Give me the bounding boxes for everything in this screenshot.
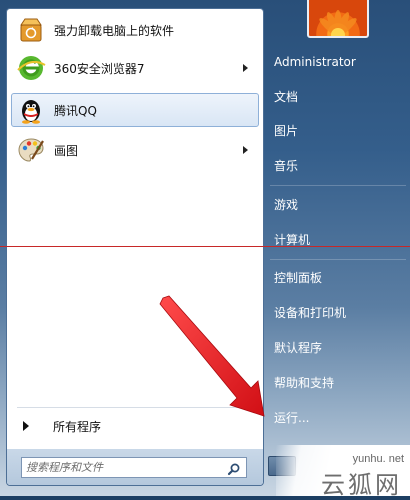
right-item-pictures[interactable]: 图片	[274, 118, 404, 144]
right-item-music[interactable]: 音乐	[274, 153, 404, 179]
right-item-devices-printers[interactable]: 设备和打印机	[274, 300, 404, 326]
right-item-games[interactable]: 游戏	[274, 192, 404, 218]
right-item-documents[interactable]: 文档	[274, 84, 404, 110]
submenu-arrow-icon[interactable]	[243, 64, 248, 72]
programs-pane: 强力卸载电脑上的软件 360安全浏览器7 腾讯QQ 画图 所有程序 搜索程序和文…	[6, 8, 264, 486]
watermark-url: yunhu. net	[352, 453, 404, 465]
right-item-default-programs[interactable]: 默认程序	[274, 335, 404, 361]
program-label: 腾讯QQ	[54, 103, 97, 118]
red-guide-line	[0, 246, 410, 247]
watermark-logo-text: 云狐网	[321, 471, 402, 499]
program-label: 强力卸载电脑上的软件	[54, 23, 175, 38]
separator	[17, 407, 255, 408]
browser-360-icon	[16, 53, 46, 83]
right-item-control-panel[interactable]: 控制面板	[274, 265, 404, 291]
search-input[interactable]	[26, 459, 222, 476]
paint-palette-icon	[16, 135, 46, 165]
program-label: 360安全浏览器7	[54, 61, 145, 76]
program-item-paint[interactable]: 画图	[11, 133, 259, 167]
user-avatar[interactable]	[307, 0, 369, 38]
program-item-uninstaller[interactable]: 强力卸载电脑上的软件	[11, 13, 259, 47]
program-item-360-browser[interactable]: 360安全浏览器7	[11, 51, 259, 85]
search-box	[21, 457, 247, 478]
all-programs-label: 所有程序	[53, 419, 102, 434]
uninstall-box-icon	[16, 15, 46, 45]
right-item-run[interactable]: 运行...	[274, 405, 404, 431]
program-item-qq[interactable]: 腾讯QQ	[11, 93, 259, 127]
expand-arrow-icon	[23, 421, 29, 431]
right-item-computer[interactable]: 计算机	[274, 227, 404, 253]
program-label: 画图	[54, 143, 79, 158]
submenu-arrow-icon[interactable]	[243, 146, 248, 154]
qq-penguin-icon	[16, 95, 46, 125]
right-item-help-support[interactable]: 帮助和支持	[274, 370, 404, 396]
separator	[270, 185, 406, 186]
all-programs-item[interactable]: 所有程序	[11, 414, 259, 438]
search-strip	[7, 449, 263, 485]
start-menu: 强力卸载电脑上的软件 360安全浏览器7 腾讯QQ 画图 所有程序 搜索程序和文…	[0, 0, 410, 496]
search-icon[interactable]	[227, 461, 241, 476]
right-item-administrator[interactable]: Administrator	[274, 49, 404, 75]
separator	[270, 259, 406, 260]
